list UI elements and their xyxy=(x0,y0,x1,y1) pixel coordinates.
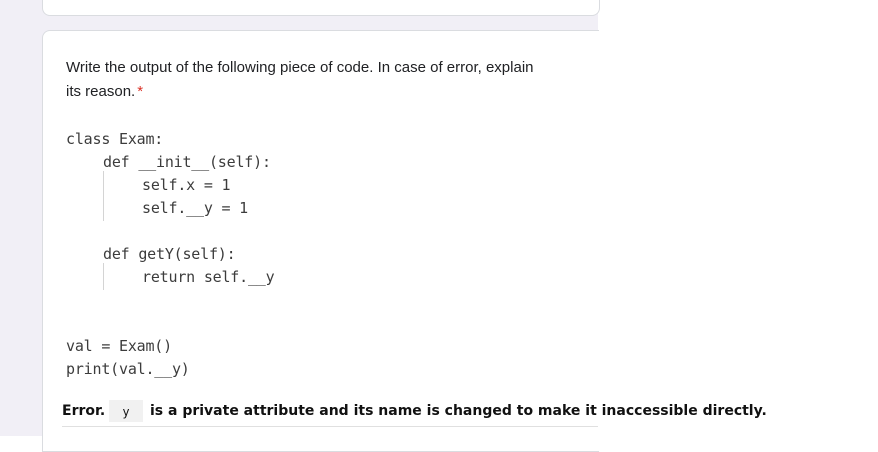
question-title-line1: Write the output of the following piece … xyxy=(66,59,534,76)
code-line-assign-y: self.__y = 1 xyxy=(142,199,248,217)
question-title-line2-text: its reason. xyxy=(66,83,136,100)
indent-guide xyxy=(103,263,104,290)
code-line-instantiate: val = Exam() xyxy=(66,337,172,355)
code-line-assign-x: self.x = 1 xyxy=(142,176,231,194)
required-asterisk: * xyxy=(137,83,144,100)
code-line-init: def __init__(self): xyxy=(103,153,271,171)
question-title: Write the output of the following piece … xyxy=(66,56,596,104)
answer-underline xyxy=(62,426,598,427)
code-line-return: return self.__y xyxy=(142,268,275,286)
indent-guide xyxy=(103,171,104,221)
previous-question-card xyxy=(42,0,600,16)
code-line-gety: def getY(self): xyxy=(103,245,236,263)
code-line-class: class Exam: xyxy=(66,130,164,148)
question-title-line2: its reason. * xyxy=(66,80,596,104)
answer-text: is a private attribute and its name is c… xyxy=(150,403,767,419)
code-line-print: print(val.__y) xyxy=(66,360,190,378)
answer-inline-code: y xyxy=(109,400,143,422)
answer-prefix: Error. xyxy=(62,403,106,419)
answer-field[interactable]: Error. y is a private attribute and its … xyxy=(62,400,782,424)
